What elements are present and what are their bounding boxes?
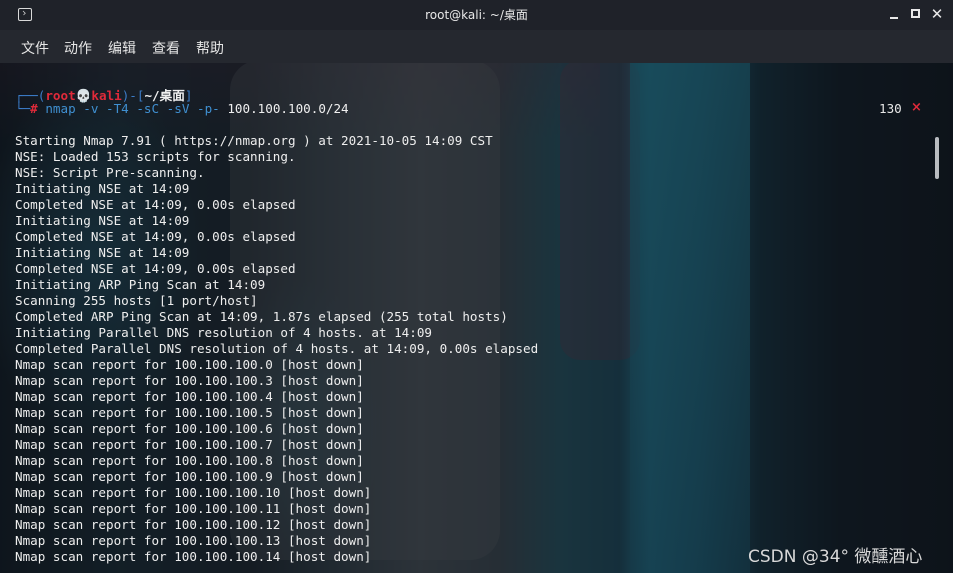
output-line: Nmap scan report for 100.100.100.11 [hos… <box>15 501 372 516</box>
output-line: Nmap scan report for 100.100.100.7 [host… <box>15 437 364 452</box>
scrollbar-thumb[interactable] <box>935 137 939 179</box>
output-line: Completed ARP Ping Scan at 14:09, 1.87s … <box>15 309 508 324</box>
watermark: CSDN @34° 微醺酒心 <box>748 547 923 567</box>
output-line: NSE: Loaded 153 scripts for scanning. <box>15 149 296 164</box>
exit-error-icon: × <box>911 100 922 115</box>
output-line: Scanning 255 hosts [1 port/host] <box>15 293 258 308</box>
prompt-hash: # <box>30 101 38 116</box>
command-text: nmap -v -T4 -sC -sV -p- <box>37 101 228 116</box>
prompt-frame-bottom: └─ <box>15 101 31 116</box>
menu-help[interactable]: 帮助 <box>196 38 224 58</box>
output-line: Initiating NSE at 14:09 <box>15 181 190 196</box>
output-line: Nmap scan report for 100.100.100.5 [host… <box>15 405 364 420</box>
output-line: Initiating NSE at 14:09 <box>15 245 190 260</box>
menu-bar: 文件 动作 编辑 查看 帮助 <box>0 30 953 63</box>
exit-code: 130 <box>879 101 902 116</box>
output-line: Nmap scan report for 100.100.100.12 [hos… <box>15 517 372 532</box>
output-line: Initiating Parallel DNS resolution of 4 … <box>15 325 433 340</box>
output-line: Initiating NSE at 14:09 <box>15 213 190 228</box>
output-line: Nmap scan report for 100.100.100.9 [host… <box>15 469 364 484</box>
output-line: Nmap scan report for 100.100.100.10 [hos… <box>15 485 372 500</box>
menu-edit[interactable]: 编辑 <box>108 38 136 58</box>
menu-action[interactable]: 动作 <box>64 38 92 58</box>
output-line: Nmap scan report for 100.100.100.3 [host… <box>15 373 364 388</box>
command-target: 100.100.100.0/24 <box>227 101 349 116</box>
minimize-icon[interactable] <box>885 5 903 23</box>
prompt-line-2: └─# nmap -v -T4 -sC -sV -p- 100.100.100.… <box>15 101 349 116</box>
output-line: Nmap scan report for 100.100.100.0 [host… <box>15 357 364 372</box>
output-line: Nmap scan report for 100.100.100.6 [host… <box>15 421 364 436</box>
output-line: Completed NSE at 14:09, 0.00s elapsed <box>15 197 296 212</box>
output-line: Starting Nmap 7.91 ( https://nmap.org ) … <box>15 133 493 148</box>
output-line: Nmap scan report for 100.100.100.14 [hos… <box>15 549 372 564</box>
output-line: Completed Parallel DNS resolution of 4 h… <box>15 341 539 356</box>
window-title: root@kali: ~/桌面 <box>425 8 528 22</box>
output-line: Nmap scan report for 100.100.100.4 [host… <box>15 389 364 404</box>
title-bar[interactable]: root@kali: ~/桌面 ✕ <box>0 0 953 30</box>
menu-file[interactable]: 文件 <box>21 38 49 58</box>
output-line: Initiating ARP Ping Scan at 14:09 <box>15 277 266 292</box>
output-line: Completed NSE at 14:09, 0.00s elapsed <box>15 261 296 276</box>
output-line: Completed NSE at 14:09, 0.00s elapsed <box>15 229 296 244</box>
terminal-output[interactable]: Starting Nmap 7.91 ( https://nmap.org ) … <box>15 133 538 565</box>
menu-view[interactable]: 查看 <box>152 38 180 58</box>
output-line: NSE: Script Pre-scanning. <box>15 165 205 180</box>
output-line: Nmap scan report for 100.100.100.8 [host… <box>15 453 364 468</box>
output-line: Nmap scan report for 100.100.100.13 [hos… <box>15 533 372 548</box>
maximize-icon[interactable] <box>907 5 925 23</box>
close-icon[interactable]: ✕ <box>928 5 946 23</box>
terminal-window: root@kali: ~/桌面 ✕ 文件 动作 编辑 查看 帮助 ┌──(roo… <box>0 0 953 573</box>
